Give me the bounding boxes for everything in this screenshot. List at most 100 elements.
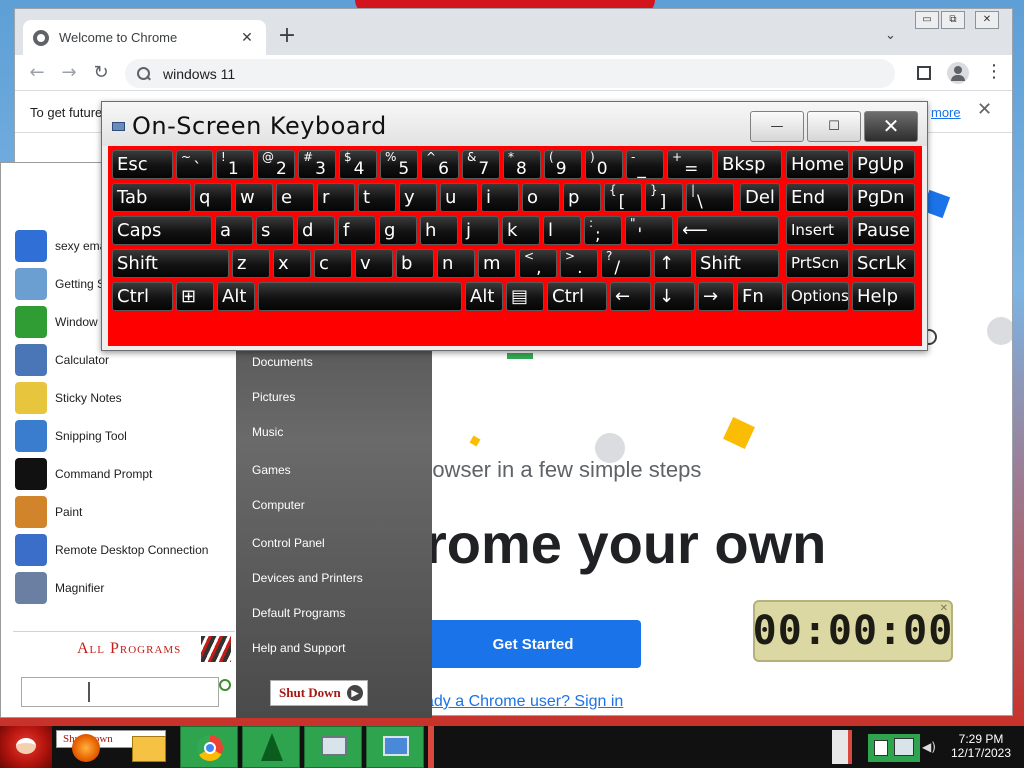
start-menu-item[interactable]: Sticky Notes xyxy=(15,381,122,415)
start-menu-place-music[interactable]: Music xyxy=(252,425,283,439)
kebab-menu-icon[interactable]: ⋮ xyxy=(985,63,1003,81)
start-menu-place-control-panel[interactable]: Control Panel xyxy=(252,536,325,550)
key-5[interactable]: %5 xyxy=(380,150,418,179)
info-bar-learn-more-link[interactable]: more xyxy=(931,105,961,120)
key-r[interactable]: r xyxy=(317,183,355,212)
key-symbol[interactable]: -_ xyxy=(626,150,664,179)
key-1[interactable]: !1 xyxy=(216,150,254,179)
show-hidden-icons-button[interactable] xyxy=(832,730,852,764)
key-tab[interactable]: Tab xyxy=(112,183,191,212)
key-symbol[interactable]: += xyxy=(667,150,713,179)
address-bar[interactable]: windows 11 xyxy=(125,59,895,88)
key-symbol[interactable]: ?/ xyxy=(601,249,651,278)
reload-button[interactable]: ↻ xyxy=(89,61,113,85)
key-7[interactable]: &7 xyxy=(462,150,500,179)
window-close-button[interactable]: ✕ xyxy=(975,11,999,29)
network-icon[interactable] xyxy=(894,738,914,756)
key-symbol[interactable]: |\ xyxy=(686,183,734,212)
forward-button[interactable]: → xyxy=(57,61,81,85)
key-4[interactable]: $4 xyxy=(339,150,377,179)
key-h[interactable]: h xyxy=(420,216,458,245)
window-maximize-button[interactable]: ⧉ xyxy=(941,11,965,29)
tab-search-chevron-icon[interactable]: ⌄ xyxy=(885,23,896,49)
key-symbol[interactable]: :; xyxy=(584,216,622,245)
key-symbol[interactable]: ↓ xyxy=(654,282,695,311)
key-shift[interactable]: Shift xyxy=(695,249,779,278)
key-ctrl[interactable]: Ctrl xyxy=(112,282,173,311)
key-pgup[interactable]: PgUp xyxy=(852,150,915,179)
firefox-icon[interactable] xyxy=(72,734,100,762)
shutdown-options-arrow-icon[interactable]: ▶ xyxy=(347,685,363,701)
key-q[interactable]: q xyxy=(194,183,232,212)
file-explorer-icon[interactable] xyxy=(132,736,166,762)
key-o[interactable]: o xyxy=(522,183,560,212)
key-bksp[interactable]: Bksp xyxy=(717,150,782,179)
key-symbol[interactable]: >. xyxy=(560,249,598,278)
key-t[interactable]: t xyxy=(358,183,396,212)
start-menu-item[interactable]: Window xyxy=(15,305,98,339)
key-k[interactable]: k xyxy=(502,216,540,245)
taskbar-clock[interactable]: 7:29 PM 12/17/2023 xyxy=(946,732,1016,760)
key-symbol[interactable]: ↑ xyxy=(654,249,692,278)
key-prtscn[interactable]: PrtScn xyxy=(786,249,849,278)
side-panel-icon[interactable] xyxy=(917,66,931,80)
key-symbol[interactable]: → xyxy=(698,282,734,311)
start-menu-place-help-and-support[interactable]: Help and Support xyxy=(252,641,345,655)
key-symbol[interactable]: "' xyxy=(625,216,673,245)
start-menu-place-devices-and-printers[interactable]: Devices and Printers xyxy=(252,571,363,585)
start-menu-item[interactable]: Magnifier xyxy=(15,571,104,605)
start-menu-place-pictures[interactable]: Pictures xyxy=(252,390,295,404)
osk-minimize-button[interactable]: — xyxy=(750,111,804,142)
shut-down-button[interactable]: Shut Down ▶ xyxy=(270,680,368,706)
start-menu-place-default-programs[interactable]: Default Programs xyxy=(252,606,345,620)
taskbar-christmas-tree[interactable] xyxy=(242,726,300,768)
key-symbol[interactable]: ▤ xyxy=(506,282,544,311)
key-u[interactable]: u xyxy=(440,183,478,212)
timer-close-button[interactable]: ✕ xyxy=(940,603,948,614)
start-menu-item[interactable]: Command Prompt xyxy=(15,457,152,491)
key-ctrl[interactable]: Ctrl xyxy=(547,282,607,311)
key-9[interactable]: (9 xyxy=(544,150,582,179)
taskbar-chrome[interactable] xyxy=(180,726,238,768)
key-symbol[interactable]: ← xyxy=(610,282,651,311)
key-symbol[interactable]: ⟵ xyxy=(677,216,779,245)
start-menu-item[interactable]: sexy ema xyxy=(15,229,106,263)
key-pgdn[interactable]: PgDn xyxy=(852,183,915,212)
key-fn[interactable]: Fn xyxy=(737,282,783,311)
start-menu-place-documents[interactable]: Documents xyxy=(252,355,313,369)
start-menu-item[interactable]: Snipping Tool xyxy=(15,419,127,453)
key-2[interactable]: @2 xyxy=(257,150,295,179)
key-help[interactable]: Help xyxy=(852,282,915,311)
get-started-button[interactable]: Get Started xyxy=(425,620,641,668)
key-s[interactable]: s xyxy=(256,216,294,245)
all-programs-button[interactable]: All Programs xyxy=(13,631,235,665)
key-e[interactable]: e xyxy=(276,183,314,212)
key-j[interactable]: j xyxy=(461,216,499,245)
key-caps[interactable]: Caps xyxy=(112,216,212,245)
key-m[interactable]: m xyxy=(478,249,516,278)
tab-close-button[interactable]: ✕ xyxy=(238,30,256,46)
key-esc[interactable]: Esc xyxy=(112,150,173,179)
osk-close-button[interactable]: ✕ xyxy=(864,111,918,142)
key-8[interactable]: *8 xyxy=(503,150,541,179)
key-shift[interactable]: Shift xyxy=(112,249,229,278)
key-end[interactable]: End xyxy=(786,183,849,212)
key-p[interactable]: p xyxy=(563,183,601,212)
osk-title-bar[interactable]: On-Screen Keyboard — ☐ ✕ xyxy=(102,102,927,146)
key-alt[interactable]: Alt xyxy=(217,282,255,311)
key-symbol[interactable]: ⊞ xyxy=(176,282,214,311)
key-symbol[interactable]: <, xyxy=(519,249,557,278)
key-y[interactable]: y xyxy=(399,183,437,212)
key-f[interactable]: f xyxy=(338,216,376,245)
key-n[interactable]: n xyxy=(437,249,475,278)
key-l[interactable]: l xyxy=(543,216,581,245)
countdown-timer-widget[interactable]: 00:00:00 ✕ xyxy=(753,600,953,662)
key-insert[interactable]: Insert xyxy=(786,216,849,245)
key-i[interactable]: i xyxy=(481,183,519,212)
key-d[interactable]: d xyxy=(297,216,335,245)
key-pause[interactable]: Pause xyxy=(852,216,915,245)
key-symbol[interactable]: {[ xyxy=(604,183,642,212)
key-space[interactable] xyxy=(258,282,462,311)
action-center-icon[interactable] xyxy=(874,740,888,756)
key-del[interactable]: Del xyxy=(740,183,780,212)
